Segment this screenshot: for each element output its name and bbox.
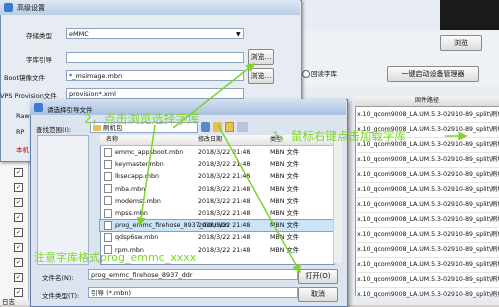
annotation-format-note: 注意字库格式prog_emmc_xxxx (34, 251, 197, 264)
annotation-step1: 1，鼠标右键点击加载字库 (272, 129, 406, 143)
arrow-to-firehose-file (136, 124, 156, 227)
annotation-step2: 2，点击浏览选择字库 (84, 112, 200, 126)
arrow-to-open-button (217, 124, 301, 274)
